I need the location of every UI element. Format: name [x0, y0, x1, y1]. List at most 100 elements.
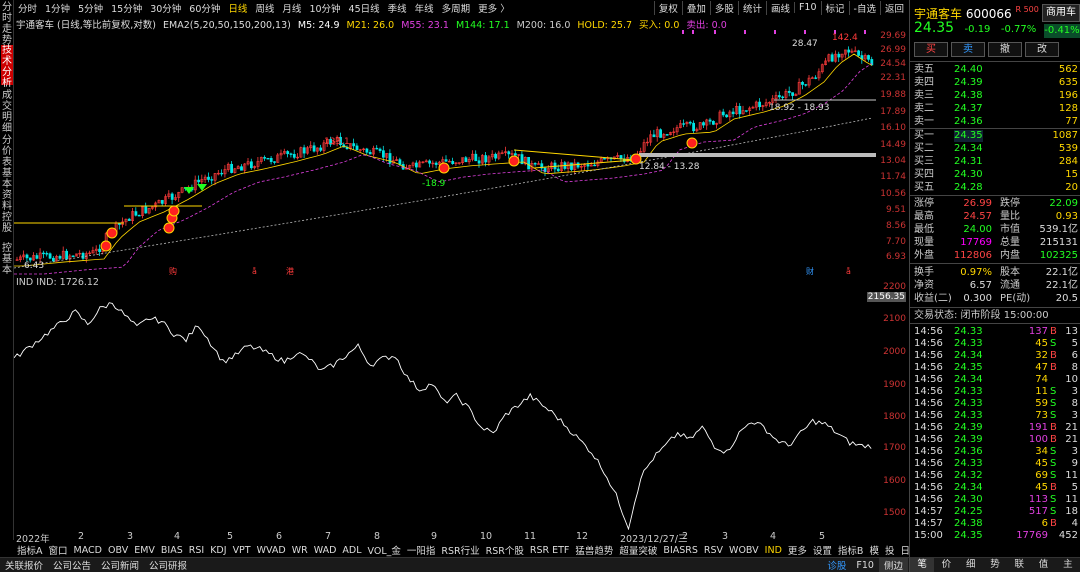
indicator-chart[interactable]	[14, 287, 876, 530]
period-tab[interactable]: 年线	[411, 1, 438, 15]
period-tab[interactable]: 多周期	[438, 1, 475, 15]
bid-row[interactable]: 买三 24.31 284	[914, 156, 1078, 168]
indicator-tab[interactable]: OBV	[105, 545, 131, 556]
diagnose-button[interactable]: 诊股	[822, 558, 851, 572]
research-tab[interactable]: 公司研报	[144, 558, 192, 572]
tab-holding[interactable]: 控股	[1, 212, 13, 237]
indicator-tab[interactable]: ADL	[339, 545, 364, 556]
indicator-tab[interactable]: IND	[762, 545, 785, 556]
news-tab[interactable]: 公司新闻	[96, 558, 144, 572]
sell-button[interactable]: 卖	[951, 42, 985, 57]
buy-signal-icon[interactable]	[106, 227, 118, 239]
announcement-tab[interactable]: 公司公告	[48, 558, 96, 572]
tab-basic[interactable]: 控基本	[1, 243, 13, 276]
buy-signal-icon[interactable]	[100, 240, 112, 252]
f10-button[interactable]: F10	[851, 560, 879, 571]
back-button[interactable]: 返回	[879, 0, 908, 15]
buy-button[interactable]: 买	[914, 42, 948, 57]
bid-row[interactable]: 买一 24.35 1087	[914, 130, 1078, 142]
indicator-tab[interactable]: 窗口	[46, 543, 71, 557]
panel-tab[interactable]: 细	[959, 558, 983, 572]
indicator-tab[interactable]: BIAS	[158, 545, 186, 556]
indicator-tab[interactable]: KDJ	[207, 545, 229, 556]
period-tab[interactable]: 周线	[251, 1, 278, 15]
indicator-tab[interactable]: 猛兽趋势	[572, 543, 616, 557]
buy-signal-icon[interactable]	[168, 205, 180, 217]
panel-tab[interactable]: 主	[1056, 558, 1080, 572]
sell-signal-icon[interactable]	[197, 184, 207, 191]
ask-row[interactable]: 卖一 24.36 77	[914, 116, 1078, 128]
tab-profile[interactable]: 基本资料	[1, 168, 13, 212]
indicator-tab[interactable]: WR	[289, 545, 311, 556]
indicator-option[interactable]: 模	[866, 543, 882, 557]
tool-button[interactable]: 叠加	[681, 0, 710, 15]
tool-button[interactable]: 画线	[765, 0, 794, 15]
indicator-tab[interactable]: 一阳指	[404, 543, 439, 557]
ask-row[interactable]: 卖四 24.39 635	[914, 77, 1078, 89]
period-tab[interactable]: 1分钟	[41, 1, 74, 15]
divider	[910, 323, 1080, 324]
indicator-tab[interactable]: RSR个股	[483, 543, 527, 557]
period-tab[interactable]: 30分钟	[146, 1, 185, 15]
period-tab[interactable]: 45日线	[345, 1, 384, 15]
indicator-tab[interactable]: 指标A	[14, 543, 46, 557]
tool-button[interactable]: F10	[793, 2, 821, 13]
indicator-option[interactable]: 指标B	[835, 543, 867, 557]
tab-price-table[interactable]: 分价表	[1, 135, 13, 168]
period-tab[interactable]: 5分钟	[74, 1, 107, 15]
indicator-tab[interactable]: BIASRS	[660, 545, 700, 556]
buy-signal-icon[interactable]	[508, 155, 520, 167]
indicator-tab[interactable]: RSR ETF	[527, 545, 573, 556]
buy-signal-icon[interactable]	[163, 222, 175, 234]
tool-button[interactable]: 复权	[653, 0, 682, 15]
indicator-tab[interactable]: WOBV	[726, 545, 762, 556]
panel-tab[interactable]: 值	[1031, 558, 1055, 572]
period-tab[interactable]: 季线	[384, 1, 411, 15]
indicator-tab[interactable]: VPT	[230, 545, 254, 556]
related-quote-tab[interactable]: 关联报价	[0, 558, 48, 572]
tool-button[interactable]: 标记	[820, 0, 849, 15]
panel-tab[interactable]: 价	[934, 558, 958, 572]
ask-row[interactable]: 卖二 24.37 128	[914, 103, 1078, 115]
tool-button[interactable]: 统计	[737, 0, 766, 15]
indicator-tab[interactable]: VOL_金	[365, 543, 404, 557]
indicator-tab[interactable]: RSR行业	[438, 543, 482, 557]
tab-technical[interactable]: 技术分析	[1, 45, 13, 89]
period-tab[interactable]: 10分钟	[305, 1, 344, 15]
indicator-tab[interactable]: WAD	[311, 545, 340, 556]
sector-button[interactable]: 商用车	[1042, 4, 1080, 22]
indicator-tab[interactable]: RSI	[186, 545, 207, 556]
tool-button[interactable]: 多股	[709, 0, 738, 15]
ask-row[interactable]: 卖三 24.38 196	[914, 90, 1078, 102]
modify-button[interactable]: 改	[1025, 42, 1059, 57]
bid-row[interactable]: 买五 24.28 20	[914, 182, 1078, 194]
indicator-tab[interactable]: MACD	[71, 545, 105, 556]
indicator-option[interactable]: 投	[882, 543, 898, 557]
indicator-tab[interactable]: 超量突破	[616, 543, 660, 557]
bid-row[interactable]: 买二 24.34 539	[914, 143, 1078, 155]
candlestick-chart[interactable]: 28.47 142.4 18.92 - 18.93 12.84 - 13.28 6.43…	[14, 28, 876, 276]
tab-intraday[interactable]: 分时走势	[1, 2, 13, 46]
ask-row[interactable]: 卖五 24.40 562	[914, 64, 1078, 76]
panel-tab[interactable]: 势	[983, 558, 1007, 572]
indicator-tab[interactable]: WVAD	[254, 545, 289, 556]
panel-tab[interactable]: 联	[1007, 558, 1031, 572]
cancel-button[interactable]: 撤	[988, 42, 1022, 57]
tab-trades[interactable]: 成交明细	[1, 90, 13, 134]
more-periods-button[interactable]: 更多 〉	[474, 1, 514, 15]
indicator-tab[interactable]: RSV	[701, 545, 726, 556]
period-tab[interactable]: 60分钟	[185, 1, 224, 15]
buy-signal-icon[interactable]	[438, 162, 450, 174]
indicator-tab[interactable]: 更多	[785, 543, 810, 557]
period-tab[interactable]: 月线	[278, 1, 305, 15]
tool-button[interactable]: -自选	[848, 0, 880, 15]
period-tab[interactable]: 15分钟	[107, 1, 146, 15]
period-tab[interactable]: 分时	[14, 1, 41, 15]
sidebar-button[interactable]: 侧边	[878, 558, 908, 572]
indicator-tab[interactable]: EMV	[131, 545, 158, 556]
indicator-tab[interactable]: 设置	[810, 543, 835, 557]
buy-signal-icon[interactable]	[686, 137, 698, 149]
panel-tab[interactable]: 笔	[910, 558, 935, 572]
bid-row[interactable]: 买四 24.30 15	[914, 169, 1078, 181]
period-tab-daily[interactable]: 日线	[224, 1, 251, 15]
